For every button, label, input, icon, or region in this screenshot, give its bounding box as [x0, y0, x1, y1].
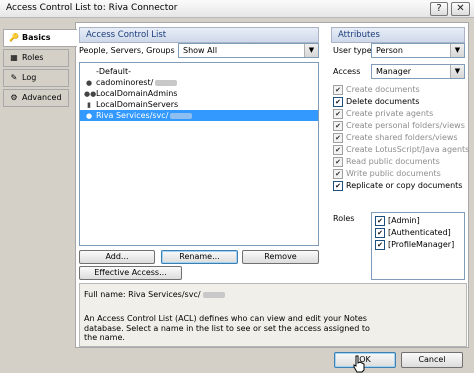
- checkbox-checked-icon: ✔: [333, 108, 343, 119]
- filter-label: People, Servers, Groups: [79, 46, 175, 55]
- nav-basics-label: Basics: [22, 33, 51, 42]
- checkbox-checked-icon: ✔: [375, 215, 385, 226]
- role-admin-checkbox[interactable]: ✔ [Admin]: [372, 215, 464, 227]
- redacted-text: [202, 291, 225, 298]
- checkbox-checked-icon: ✔: [333, 144, 343, 155]
- close-icon: ✕: [456, 3, 465, 14]
- filter-select[interactable]: Show All ▼: [178, 43, 319, 58]
- checkbox-checked-icon: ✔: [333, 84, 343, 95]
- nav-basics[interactable]: 🔑 Basics: [3, 29, 77, 47]
- nav-log-label: Log: [22, 73, 37, 82]
- nav-roles[interactable]: ▦ Roles: [3, 49, 69, 67]
- list-item[interactable]: -Default-: [80, 66, 318, 77]
- create-lotusscript-agents-checkbox: ✔ Create LotusScript/Java agents: [333, 144, 469, 156]
- close-button[interactable]: ✕: [451, 2, 470, 16]
- access-value: Manager: [376, 67, 412, 76]
- create-personal-folders-checkbox: ✔ Create personal folders/views: [333, 120, 467, 132]
- effective-access-button[interactable]: Effective Access...: [79, 266, 182, 280]
- list-item[interactable]: ●●LocalDomainAdmins: [80, 88, 318, 99]
- write-public-documents-checkbox: ✔ Write public documents: [333, 168, 467, 180]
- checkbox-checked-icon: ✔: [333, 168, 343, 179]
- redacted-text: [155, 79, 178, 86]
- roles-icon: ▦: [10, 53, 18, 62]
- window-title: Access Control List to: Riva Connector: [6, 3, 178, 13]
- create-private-agents-checkbox: ✔ Create private agents: [333, 108, 467, 120]
- create-documents-checkbox: ✔ Create documents: [333, 84, 467, 96]
- filter-value: Show All: [183, 46, 218, 55]
- hand-cursor-icon: [353, 355, 365, 373]
- checkbox-checked-icon: ✔: [333, 120, 343, 131]
- remove-button[interactable]: Remove: [242, 250, 319, 264]
- checkbox-checked-icon: ✔: [375, 239, 385, 250]
- nav-log[interactable]: ✎ Log: [3, 69, 69, 87]
- advanced-icon: ⚙: [10, 93, 18, 102]
- list-item[interactable]: ▮ LocalDomainServers: [80, 99, 318, 110]
- acl-listbox[interactable]: -Default- ● cadominorest/ ●●LocalDomainAd…: [79, 62, 319, 246]
- chevron-down-icon: ▼: [304, 44, 318, 57]
- checkbox-checked-icon: ✔: [333, 156, 343, 167]
- key-icon: 🔑: [9, 33, 19, 42]
- redacted-text: [170, 112, 193, 119]
- cancel-button[interactable]: Cancel: [401, 352, 463, 368]
- replicate-documents-checkbox[interactable]: ✔ Replicate or copy documents: [333, 180, 467, 192]
- create-shared-folders-checkbox: ✔ Create shared folders/views: [333, 132, 467, 144]
- checkbox-checked-icon: ✔: [375, 227, 385, 238]
- attributes-header: Attributes: [331, 27, 465, 43]
- chevron-down-icon: ▼: [450, 44, 464, 57]
- title-bar: Access Control List to: Riva Connector ?…: [0, 0, 474, 18]
- chevron-down-icon: ▼: [450, 65, 464, 78]
- user-type-label: User type: [333, 46, 372, 55]
- role-authenticated-checkbox[interactable]: ✔ [Authenticated]: [372, 227, 464, 239]
- nav-roles-label: Roles: [22, 53, 44, 62]
- list-item-selected[interactable]: ● Riva Services/svc/: [80, 110, 318, 121]
- acl-header: Access Control List: [79, 27, 319, 43]
- delete-documents-checkbox[interactable]: ✔ Delete documents: [333, 96, 467, 108]
- nav-advanced-label: Advanced: [22, 93, 62, 102]
- access-select[interactable]: Manager ▼: [371, 64, 465, 79]
- person-icon: ●: [85, 112, 93, 120]
- checkbox-checked-icon: ✔: [333, 96, 343, 107]
- read-public-documents-checkbox: ✔ Read public documents: [333, 156, 467, 168]
- add-button[interactable]: Add...: [79, 250, 155, 264]
- list-item[interactable]: ● cadominorest/: [80, 77, 318, 88]
- checkbox-checked-icon: ✔: [333, 132, 343, 143]
- user-type-select[interactable]: Person ▼: [371, 43, 465, 58]
- help-button[interactable]: ?: [430, 2, 448, 16]
- rename-button[interactable]: Rename...: [161, 250, 238, 264]
- nav-advanced[interactable]: ⚙ Advanced: [3, 89, 69, 107]
- permissions-group: ✔ Create documents ✔ Delete documents ✔ Cre…: [333, 84, 469, 192]
- roles-listbox[interactable]: ✔ [Admin] ✔ [Authenticated] ✔ [ProfileManag…: [371, 212, 465, 280]
- acl-description: An Access Control List (ACL) defines who…: [84, 314, 370, 342]
- log-icon: ✎: [10, 73, 18, 82]
- roles-label: Roles: [333, 214, 355, 223]
- user-type-value: Person: [376, 46, 403, 55]
- checkbox-checked-icon: ✔: [333, 180, 343, 191]
- access-label: Access: [333, 67, 361, 76]
- role-profilemanager-checkbox[interactable]: ✔ [ProfileManager]: [372, 239, 464, 251]
- fullname-label: Full name: Riva Services/svc/: [84, 290, 225, 299]
